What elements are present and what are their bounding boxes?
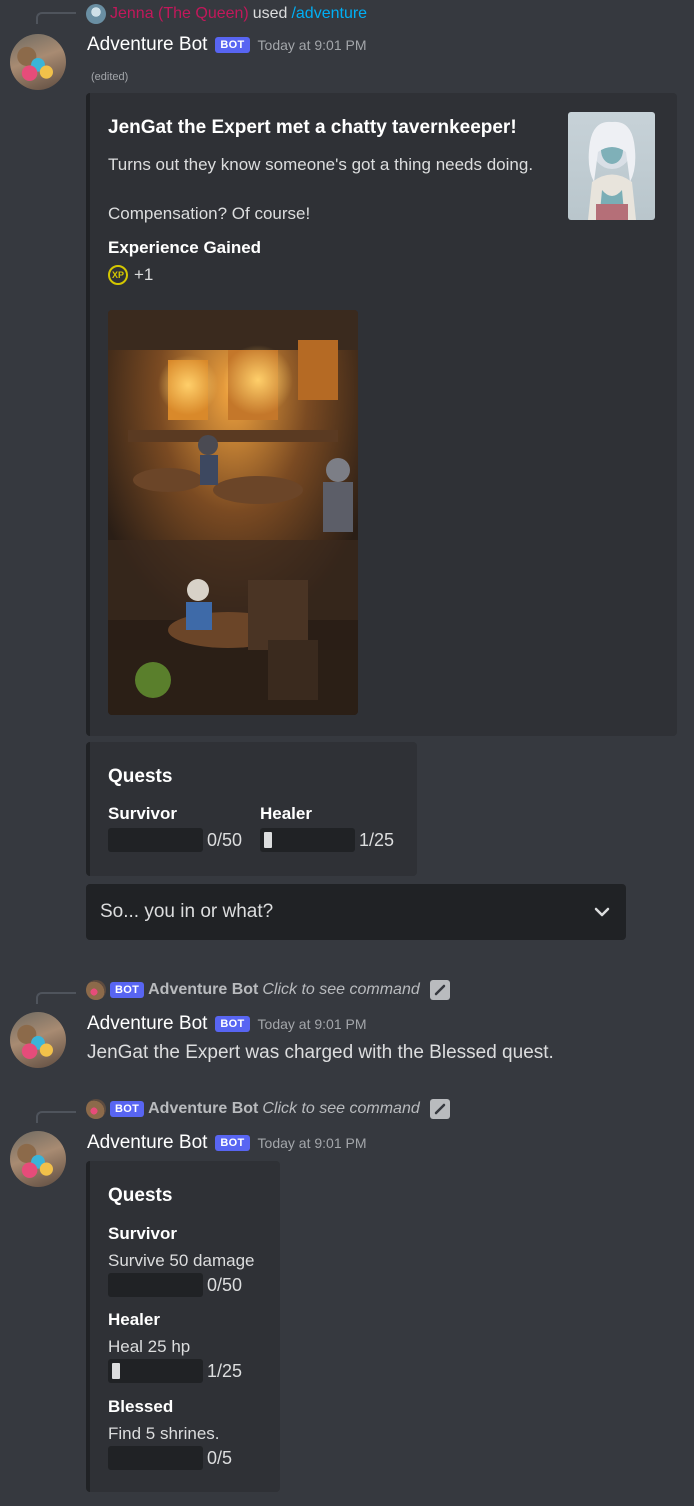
progress-bar xyxy=(108,1446,203,1470)
reply-connector xyxy=(36,12,76,24)
choice-select-menu[interactable]: So... you in or what? xyxy=(86,884,626,940)
quest-progress-healer: 1/25 xyxy=(108,1359,242,1383)
progress-text: 1/25 xyxy=(207,1360,243,1381)
quest-name-healer: Healer xyxy=(108,1310,160,1329)
message-header: Adventure Bot BOT Today at 9:01 PM xyxy=(87,1013,367,1035)
quest-progress-blessed: 0/5 xyxy=(108,1446,232,1470)
embed-description-2: Compensation? Of course! xyxy=(108,204,311,223)
tavern-image[interactable] xyxy=(108,310,358,715)
quests-embed: Quests Survivor Survive 50 damage 0/50 H… xyxy=(86,1161,280,1492)
quests-embed: Quests Survivor 0/50 Healer 1/25 xyxy=(86,742,417,876)
character-thumbnail[interactable] xyxy=(568,112,655,220)
edited-label: (edited) xyxy=(91,71,129,83)
quest-progress-survivor: 0/50 xyxy=(108,1273,242,1297)
reference-username[interactable]: Jenna (The Queen) xyxy=(110,5,249,23)
quest-description: Find 5 shrines. xyxy=(108,1424,220,1443)
quest-name-survivor: Survivor xyxy=(108,1224,177,1243)
bot-avatar-small[interactable] xyxy=(86,1099,106,1119)
progress-bar-fill xyxy=(264,832,272,848)
reply-connector xyxy=(36,992,76,1004)
author-name[interactable]: Adventure Bot xyxy=(87,34,207,56)
progress-bar xyxy=(108,1273,203,1297)
progress-bar xyxy=(108,1359,203,1383)
progress-bar-fill xyxy=(112,1363,120,1379)
quest-name-blessed: Blessed xyxy=(108,1397,174,1416)
author-name[interactable]: Adventure Bot xyxy=(87,1013,207,1035)
quests-title: Quests xyxy=(108,1185,173,1206)
progress-text: 0/5 xyxy=(207,1447,233,1468)
bot-badge: BOT xyxy=(215,37,250,53)
xp-icon: XP xyxy=(108,265,128,285)
message-timestamp[interactable]: Today at 9:01 PM xyxy=(258,1135,367,1151)
command-reference[interactable]: BOT Adventure Bot Click to see command xyxy=(86,1099,450,1119)
reply-connector xyxy=(36,1111,76,1123)
command-reference[interactable]: BOT Adventure Bot Click to see command xyxy=(86,980,450,1000)
bot-badge: BOT xyxy=(215,1135,250,1151)
chevron-down-icon[interactable] xyxy=(592,902,612,922)
slash-command-icon xyxy=(429,980,450,1000)
click-to-see-command[interactable]: Click to see command xyxy=(262,1100,419,1118)
quests-title: Quests xyxy=(108,766,173,787)
message-content: JenGat the Expert was charged with the B… xyxy=(87,1042,554,1063)
progress-bar xyxy=(108,828,203,852)
bot-badge: BOT xyxy=(215,1016,250,1032)
quest-progress-healer: 1/25 xyxy=(260,828,394,852)
xp-amount: +1 xyxy=(134,265,154,284)
experience-value: XP +1 xyxy=(108,265,153,285)
embed-description: Turns out they know someone's got a thin… xyxy=(108,155,534,174)
message-timestamp[interactable]: Today at 9:01 PM xyxy=(258,1016,367,1032)
progress-text: 0/50 xyxy=(207,829,243,850)
user-avatar-small[interactable] xyxy=(86,4,106,24)
quest-name-healer: Healer xyxy=(260,804,312,823)
quest-name-survivor: Survivor xyxy=(108,804,177,823)
select-placeholder: So... you in or what? xyxy=(100,901,274,922)
character-portrait-image xyxy=(588,121,636,220)
adventure-embed: JenGat the Expert met a chatty tavernkee… xyxy=(86,93,677,736)
progress-text: 0/50 xyxy=(207,1274,243,1295)
slash-command-link[interactable]: /adventure xyxy=(291,5,367,23)
bot-avatar[interactable] xyxy=(10,1012,66,1068)
bot-badge: BOT xyxy=(110,982,145,998)
progress-text: 1/25 xyxy=(359,829,395,850)
reference-verb: used xyxy=(252,5,288,22)
slash-command-icon xyxy=(429,1099,450,1119)
bot-avatar-small[interactable] xyxy=(86,980,106,1000)
bot-avatar[interactable] xyxy=(10,1131,66,1187)
embed-title: JenGat the Expert met a chatty tavernkee… xyxy=(108,117,517,138)
message-timestamp[interactable]: Today at 9:01 PM xyxy=(258,37,367,53)
reference-username[interactable]: Adventure Bot xyxy=(148,981,258,999)
quest-description: Heal 25 hp xyxy=(108,1337,191,1356)
quest-progress-survivor: 0/50 xyxy=(108,828,242,852)
message-header: Adventure Bot BOT Today at 9:01 PM xyxy=(87,34,367,56)
author-name[interactable]: Adventure Bot xyxy=(87,1132,207,1154)
bot-badge: BOT xyxy=(110,1101,145,1117)
field-name-experience: Experience Gained xyxy=(108,238,262,257)
bot-avatar[interactable] xyxy=(10,34,66,90)
click-to-see-command[interactable]: Click to see command xyxy=(262,981,419,999)
command-reference[interactable]: Jenna (The Queen) used /adventure xyxy=(86,4,367,24)
reference-username[interactable]: Adventure Bot xyxy=(148,1100,258,1118)
message-header: Adventure Bot BOT Today at 9:01 PM xyxy=(87,1132,367,1154)
tavern-scene-image xyxy=(108,310,358,715)
progress-bar xyxy=(260,828,355,852)
quest-description: Survive 50 damage xyxy=(108,1251,255,1270)
